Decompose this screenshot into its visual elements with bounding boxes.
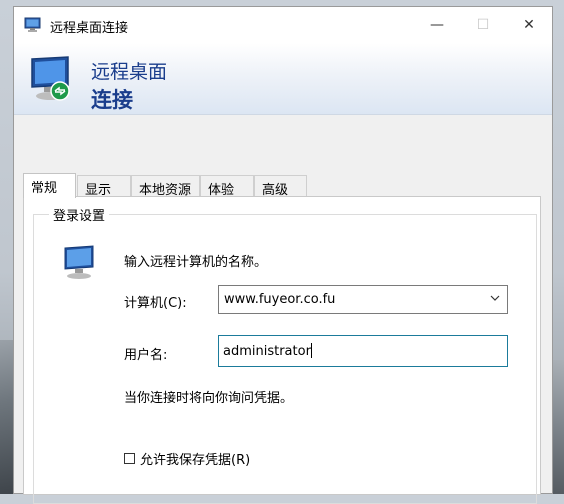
login-settings-group: 登录设置 输入远程计算机的名称。 计算机(C): www.fuyeor.co.f… [33,205,537,504]
tab-display[interactable]: 显示 [77,175,131,198]
save-credentials-label: 允许我保存凭据(R) [140,453,251,468]
username-label: 用户名: [124,348,168,363]
tab-general[interactable]: 常规 [23,173,76,198]
username-value-wrap: administrator [223,343,312,359]
close-button[interactable]: ✕ [506,7,552,43]
minimize-button[interactable]: — [414,7,460,43]
text-caret [310,343,312,358]
login-settings-label: 登录设置 [49,205,110,224]
tab-panel-general: 登录设置 输入远程计算机的名称。 计算机(C): www.fuyeor.co.f… [23,196,541,504]
hint-text: 输入远程计算机的名称。 [124,255,268,270]
save-credentials-checkbox[interactable] [124,453,135,464]
computer-label: 计算机(C): [124,296,187,311]
tab-experience[interactable]: 体验 [200,175,254,198]
save-credentials-row[interactable]: 允许我保存凭据(R) [124,449,250,468]
window-title: 远程桌面连接 [50,21,129,36]
computer-icon [64,245,94,279]
tab-local-resources[interactable]: 本地资源 [131,175,200,198]
banner-title: 远程桌面 [91,61,168,83]
credentials-note: 当你连接时将向你询问凭据。 [124,391,294,406]
rdp-window: 远程桌面连接 — ☐ ✕ 远程桌面 连接 常规 显示 本地资源 体验 高级 登录… [13,6,553,504]
username-input[interactable]: administrator [218,335,508,367]
banner-subtitle: 连接 [91,88,133,112]
banner: 远程桌面 连接 [14,43,552,115]
computer-value: www.fuyeor.co.fu [224,292,336,307]
maximize-button[interactable]: ☐ [460,7,506,43]
remote-desktop-icon [24,17,41,32]
desktop-background-right [552,360,564,494]
tab-advanced[interactable]: 高级 [254,175,307,198]
chevron-down-icon[interactable] [489,291,501,305]
title-bar[interactable]: 远程桌面连接 — ☐ ✕ [14,7,552,43]
computer-combobox[interactable]: www.fuyeor.co.fu [218,285,508,314]
username-value: administrator [223,344,311,359]
remote-desktop-icon [31,56,70,101]
